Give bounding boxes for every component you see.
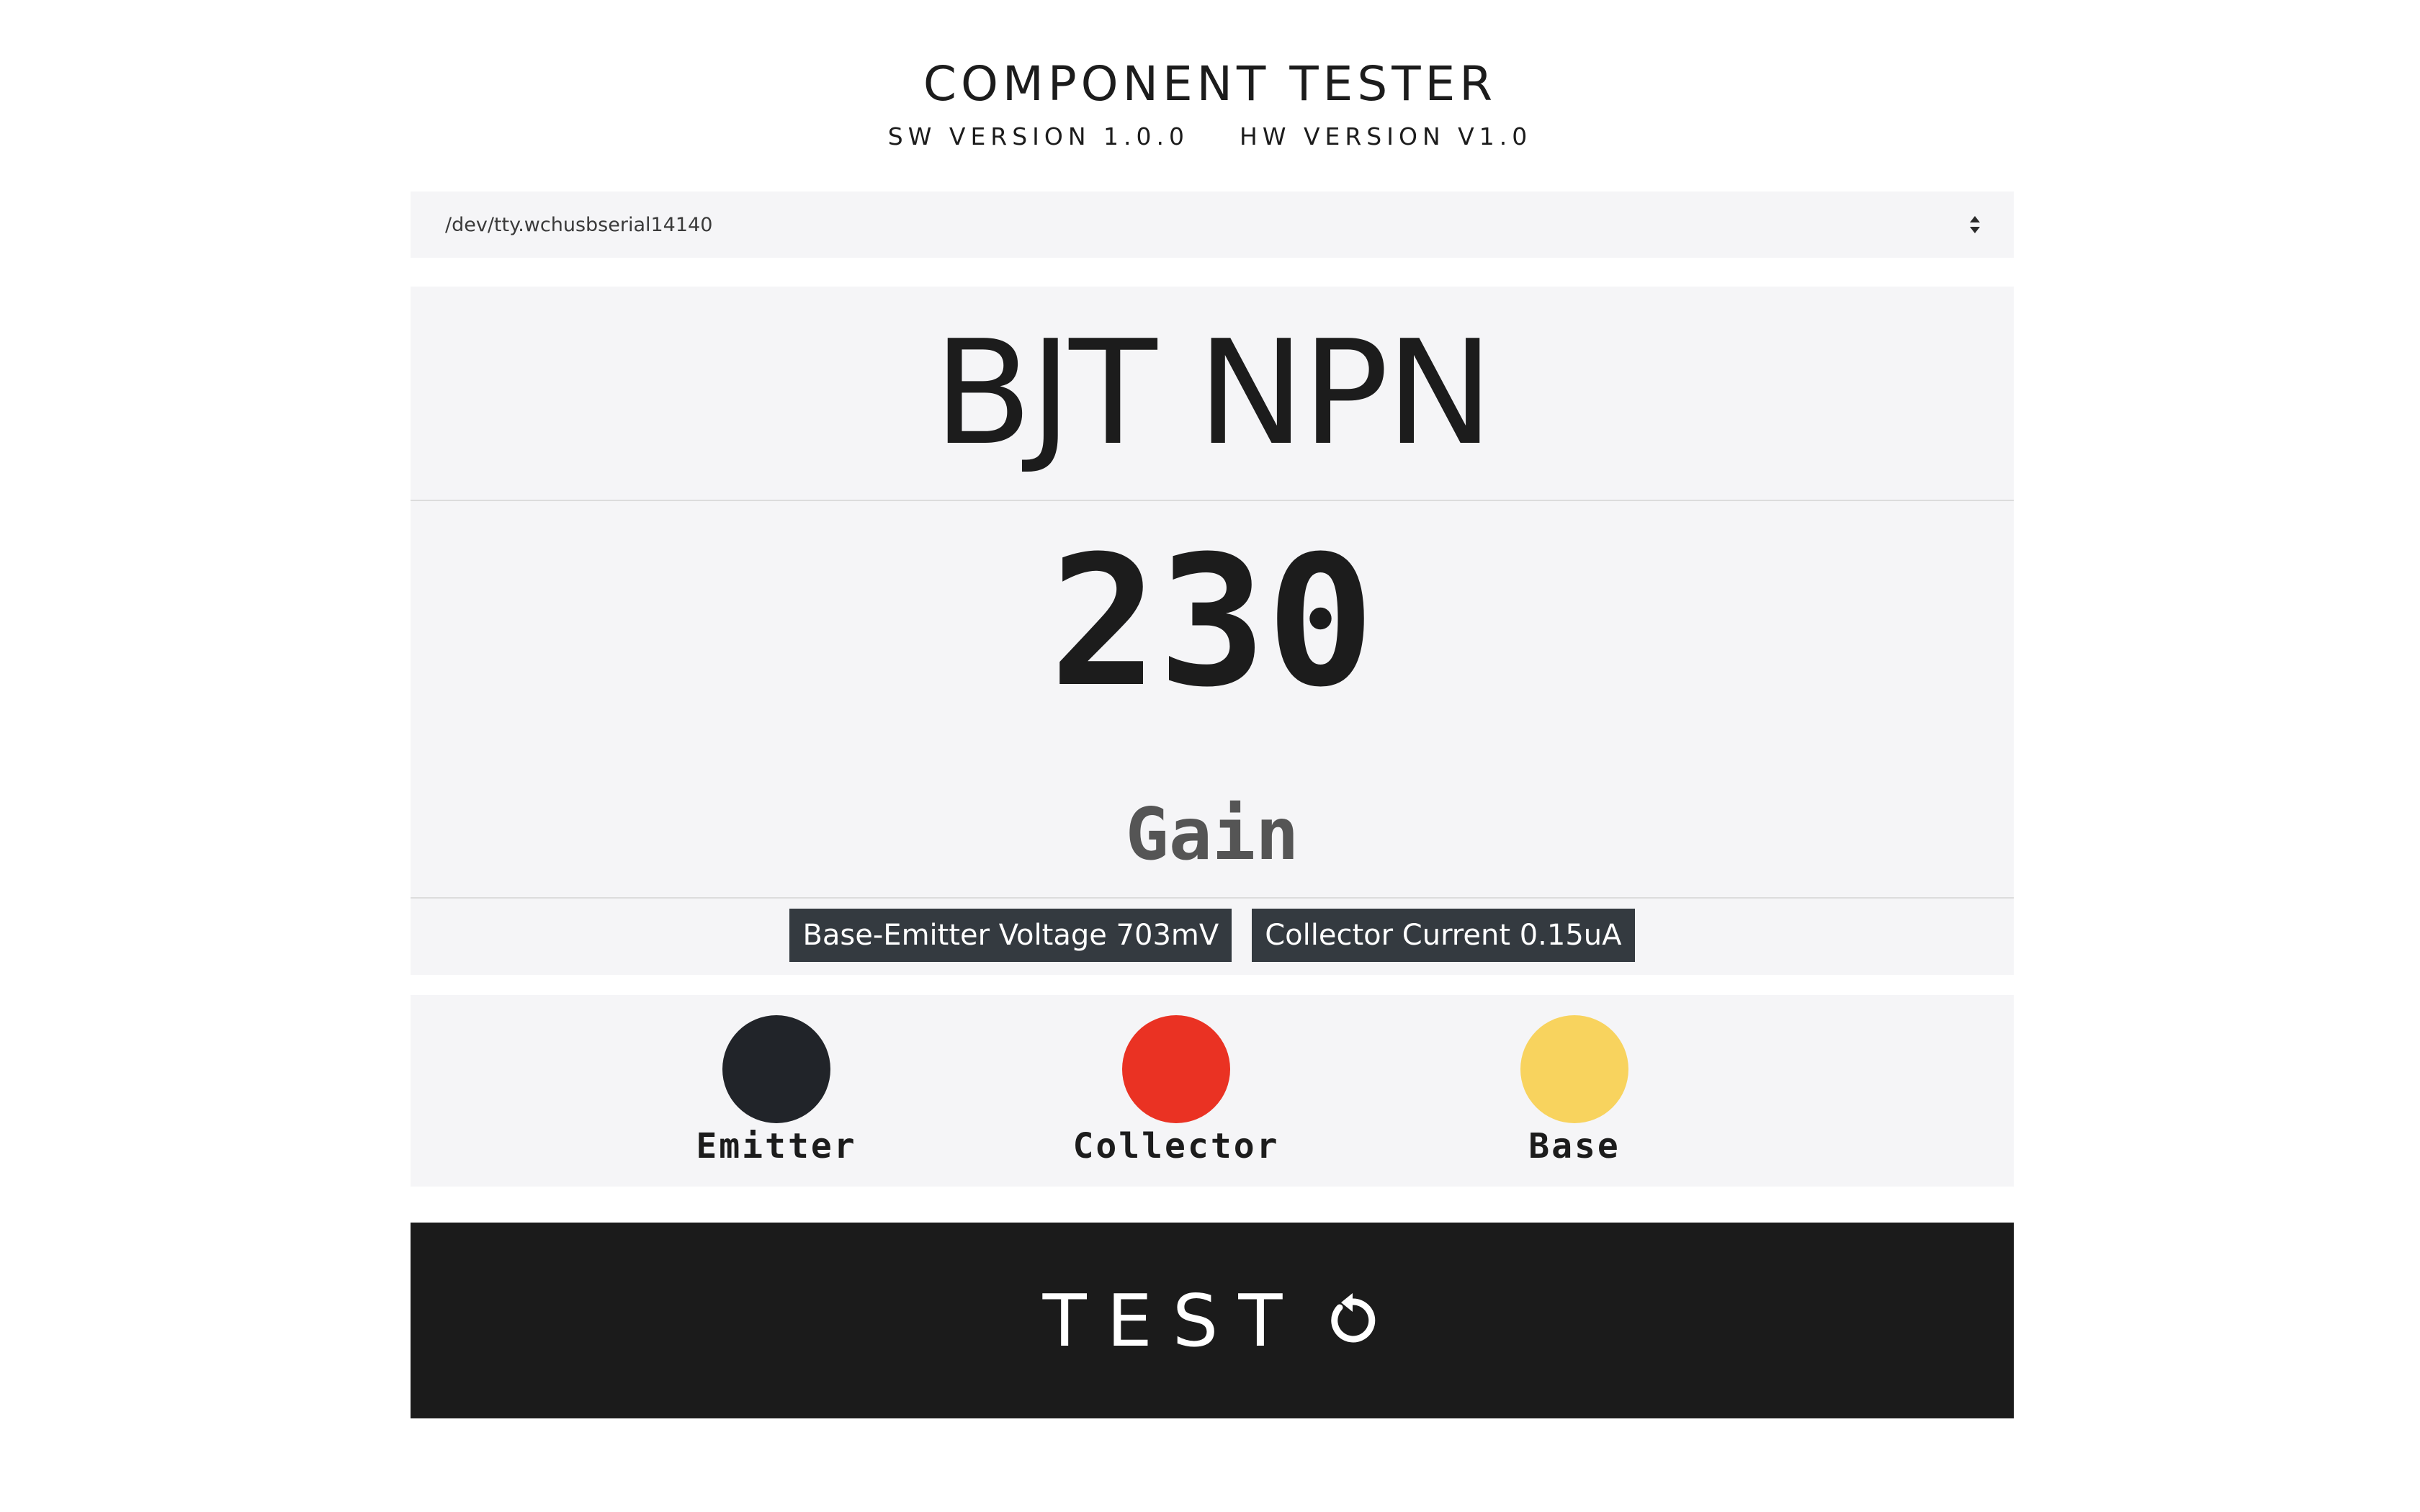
collector-dot xyxy=(1122,1015,1230,1123)
pin-emitter: Emitter xyxy=(647,1015,906,1166)
test-button-label: TEST xyxy=(1042,1278,1303,1363)
test-button[interactable]: TEST xyxy=(411,1223,2014,1418)
base-emitter-voltage-badge: Base-Emitter Voltage 703mV xyxy=(789,909,1232,962)
collector-current-badge: Collector Current 0.15uA xyxy=(1252,909,1635,962)
pin-base: Base xyxy=(1445,1015,1704,1166)
divider xyxy=(411,897,2014,899)
collector-label: Collector xyxy=(1072,1126,1280,1166)
app-title: COMPONENT TESTER xyxy=(923,56,1497,112)
version-info: SW VERSION 1.0.0 HW VERSION V1.0 xyxy=(0,121,2420,153)
select-arrows-icon xyxy=(1970,216,1980,233)
base-label: Base xyxy=(1528,1126,1621,1166)
pin-legend: Emitter Collector Base xyxy=(411,995,2014,1187)
emitter-dot xyxy=(722,1015,830,1123)
result-panel: BJT NPN 230 Gain Base-Emitter Voltage 70… xyxy=(411,287,2014,975)
divider xyxy=(411,500,2014,501)
emitter-label: Emitter xyxy=(696,1126,857,1166)
serial-port-select[interactable]: /dev/tty.wchusbserial14140 xyxy=(411,192,2014,258)
serial-port-value: /dev/tty.wchusbserial14140 xyxy=(445,213,713,236)
sw-version: SW VERSION 1.0.0 xyxy=(887,122,1190,150)
gain-value: 230 xyxy=(1049,516,1375,726)
gain-label: Gain xyxy=(1125,791,1299,876)
refresh-icon xyxy=(1331,1293,1376,1343)
pin-collector: Collector xyxy=(1047,1015,1306,1166)
measurement-badges: Base-Emitter Voltage 703mV Collector Cur… xyxy=(411,909,2014,962)
base-dot xyxy=(1520,1015,1628,1123)
component-type: BJT NPN xyxy=(933,309,1494,477)
hw-version: HW VERSION V1.0 xyxy=(1240,122,1533,150)
